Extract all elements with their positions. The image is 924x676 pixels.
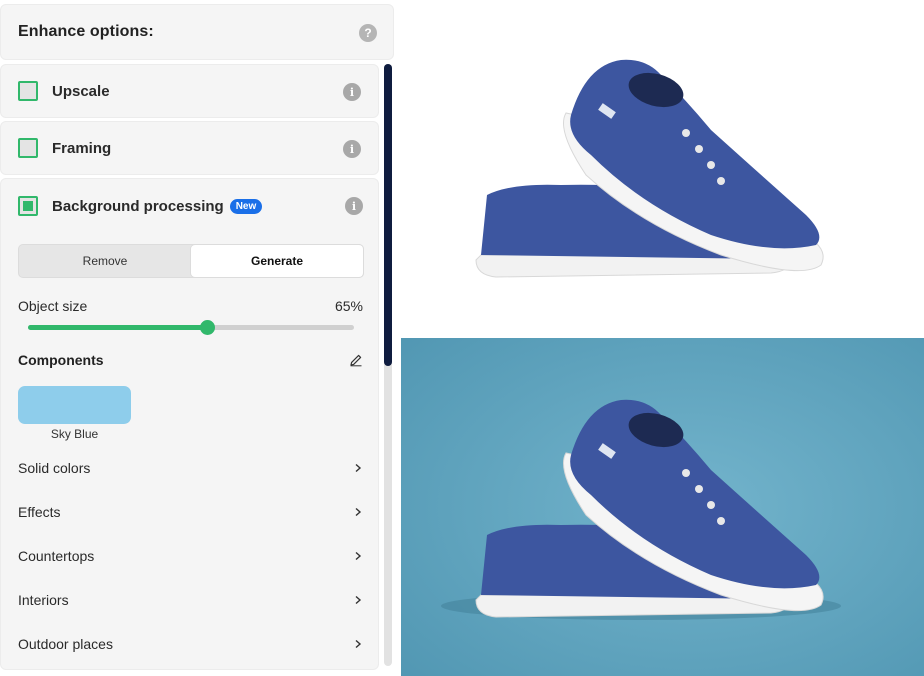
- category-effects[interactable]: Effects: [18, 504, 363, 520]
- panel-title: Enhance options:: [18, 23, 154, 40]
- generated-image: [401, 338, 924, 676]
- option-background-processing[interactable]: Background processing New i: [1, 179, 380, 233]
- category-label: Outdoor places: [18, 636, 113, 652]
- pencil-icon[interactable]: [349, 353, 363, 367]
- options-scroll-area: Upscale i Framing i Background processin…: [0, 62, 394, 672]
- swatch-label: Sky Blue: [50, 427, 99, 441]
- background-processing-checkbox[interactable]: [18, 196, 38, 216]
- object-size-slider[interactable]: [28, 320, 354, 335]
- category-label: Solid colors: [18, 460, 91, 476]
- category-label: Interiors: [18, 592, 69, 608]
- chevron-right-icon: [355, 507, 362, 517]
- chevron-right-icon: [355, 595, 362, 605]
- upscale-checkbox[interactable]: [18, 81, 38, 101]
- object-size-value: 65%: [334, 298, 363, 314]
- components-label: Components: [18, 352, 104, 368]
- object-size-row: Object size 65%: [18, 298, 363, 314]
- framing-checkbox[interactable]: [18, 138, 38, 158]
- original-image: [401, 0, 924, 338]
- category-solid-colors[interactable]: Solid colors: [18, 460, 363, 476]
- category-label: Effects: [18, 504, 61, 520]
- category-countertops[interactable]: Countertops: [18, 548, 363, 564]
- framing-label: Framing: [52, 139, 112, 157]
- scrollbar-thumb[interactable]: [384, 64, 392, 366]
- category-interiors[interactable]: Interiors: [18, 592, 363, 608]
- remove-button[interactable]: Remove: [19, 245, 191, 277]
- shoes-image: [475, 59, 824, 278]
- upscale-label: Upscale: [52, 82, 110, 100]
- generate-button[interactable]: Generate: [191, 245, 363, 277]
- option-upscale[interactable]: Upscale i: [0, 64, 379, 118]
- object-size-label: Object size: [18, 298, 88, 314]
- category-outdoor-places[interactable]: Outdoor places: [18, 636, 363, 652]
- info-icon[interactable]: i: [343, 83, 361, 101]
- enhance-options-panel: Enhance options: ? Upscale i Framing i B…: [0, 0, 396, 676]
- info-icon[interactable]: i: [343, 140, 361, 158]
- mode-segmented-control: Remove Generate: [18, 244, 364, 278]
- app-root: Enhance options: ? Upscale i Framing i B…: [0, 0, 924, 676]
- chevron-right-icon: [355, 639, 362, 649]
- option-framing[interactable]: Framing i: [0, 121, 379, 175]
- panel-header: Enhance options: ?: [0, 4, 394, 60]
- shoes-image: [401, 338, 924, 676]
- category-label: Countertops: [18, 548, 95, 564]
- chevron-right-icon: [355, 551, 362, 561]
- chevron-right-icon: [355, 463, 362, 473]
- new-badge: New: [229, 198, 263, 214]
- background-processing-label: Background processing: [52, 197, 224, 215]
- slider-fill: [28, 325, 208, 330]
- sky-blue-swatch[interactable]: [18, 386, 131, 424]
- components-header: Components: [18, 352, 363, 368]
- slider-handle[interactable]: [200, 320, 216, 335]
- help-icon[interactable]: ?: [359, 24, 377, 42]
- background-processing-section: Background processing New i Remove Gener…: [0, 178, 379, 670]
- info-icon[interactable]: i: [345, 197, 363, 215]
